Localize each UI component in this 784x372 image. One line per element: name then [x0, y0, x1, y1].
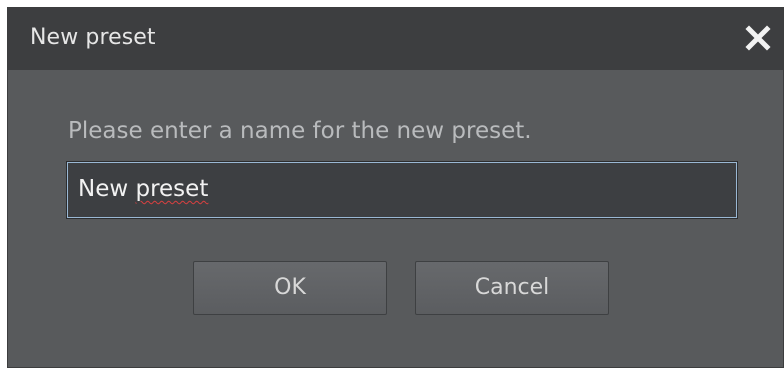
ok-button[interactable]: OK — [193, 261, 387, 315]
prompt-text: Please enter a name for the new preset. — [68, 118, 532, 144]
misspelled-word: preset — [135, 176, 209, 202]
dialog-titlebar[interactable]: New preset — [8, 8, 783, 70]
preset-name-input[interactable]: New preset — [66, 161, 738, 219]
preset-name-value: New preset — [78, 176, 208, 202]
close-icon[interactable] — [743, 20, 773, 54]
preset-name-word-1: New — [78, 176, 129, 202]
dialog-title: New preset — [30, 25, 156, 50]
cancel-button[interactable]: Cancel — [415, 261, 609, 315]
dialog-body: Please enter a name for the new preset. … — [8, 70, 783, 367]
new-preset-dialog: New preset Please enter a name for the n… — [7, 7, 784, 368]
